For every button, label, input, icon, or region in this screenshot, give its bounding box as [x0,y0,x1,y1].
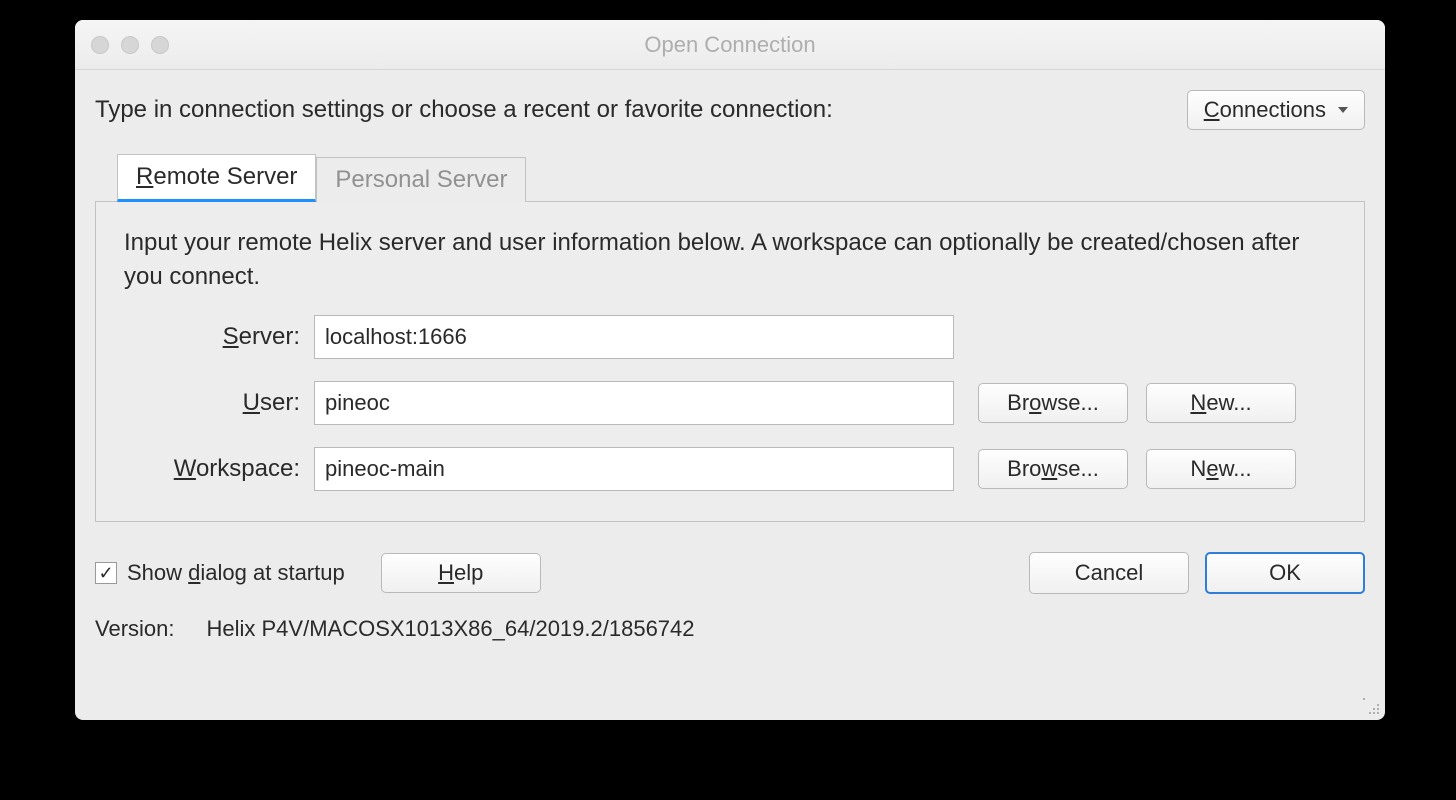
footer: ✓ Show dialog at startup Help Cancel OK … [95,552,1365,642]
footer-row: ✓ Show dialog at startup Help Cancel OK [95,552,1365,594]
user-new-button[interactable]: New... [1146,383,1296,423]
show-dialog-checkbox[interactable]: ✓ Show dialog at startup [95,560,345,586]
resize-grip-icon[interactable] [1363,698,1381,716]
server-row: Server: [124,315,1336,359]
user-input[interactable] [314,381,954,425]
tab-bar: Remote Server Personal Server [117,154,1365,202]
user-row-buttons: Browse... New... [978,383,1296,423]
tab-remote-server[interactable]: Remote Server [117,154,316,202]
panel-instruction: Input your remote Helix server and user … [124,226,1336,293]
zoom-traffic-light[interactable] [151,36,169,54]
workspace-input[interactable] [314,447,954,491]
help-button[interactable]: Help [381,553,541,593]
close-traffic-light[interactable] [91,36,109,54]
instruction-text: Type in connection settings or choose a … [95,96,833,124]
workspace-label: Workspace: [124,455,314,483]
show-dialog-label: Show dialog at startup [127,560,345,586]
server-input[interactable] [314,315,954,359]
workspace-row-buttons: Browse... New... [978,449,1296,489]
chevron-down-icon [1338,107,1348,113]
footer-left-group: ✓ Show dialog at startup Help [95,553,541,593]
traffic-lights [91,36,169,54]
user-browse-button[interactable]: Browse... [978,383,1128,423]
connections-dropdown-label: Connections [1204,97,1326,123]
workspace-new-button[interactable]: New... [1146,449,1296,489]
version-label: Version: [95,616,175,642]
open-connection-window: Open Connection Type in connection setti… [75,20,1385,720]
user-label: User: [124,389,314,417]
user-row: User: Browse... New... [124,381,1336,425]
tab-personal-server[interactable]: Personal Server [316,157,526,202]
checkbox-icon: ✓ [95,562,117,584]
minimize-traffic-light[interactable] [121,36,139,54]
workspace-browse-button[interactable]: Browse... [978,449,1128,489]
footer-right-group: Cancel OK [1029,552,1365,594]
titlebar: Open Connection [75,20,1385,70]
top-row: Type in connection settings or choose a … [95,90,1365,130]
connections-dropdown[interactable]: Connections [1187,90,1365,130]
server-label: Server: [124,323,314,351]
version-row: Version: Helix P4V/MACOSX1013X86_64/2019… [95,616,1365,642]
ok-button[interactable]: OK [1205,552,1365,594]
dialog-body: Type in connection settings or choose a … [75,70,1385,720]
version-value: Helix P4V/MACOSX1013X86_64/2019.2/185674… [207,616,695,642]
workspace-row: Workspace: Browse... New... [124,447,1336,491]
cancel-button[interactable]: Cancel [1029,552,1189,594]
remote-server-panel: Input your remote Helix server and user … [95,201,1365,522]
window-title: Open Connection [75,32,1385,58]
